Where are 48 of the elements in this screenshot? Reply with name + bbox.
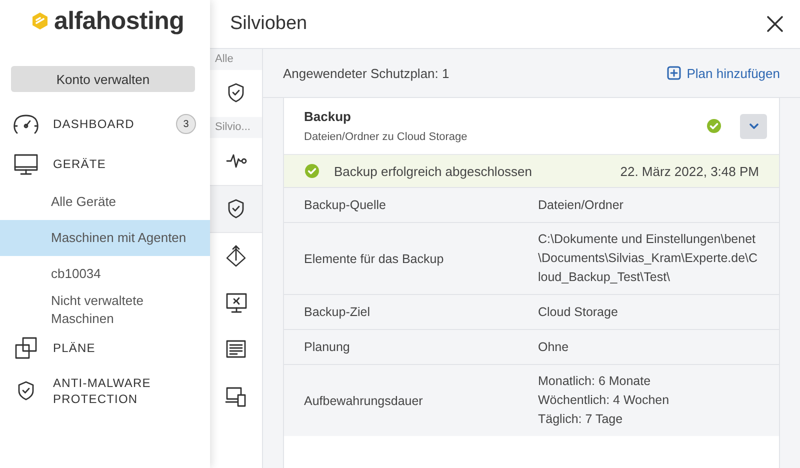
- nav-item[interactable]: Alle Geräte: [0, 184, 210, 220]
- monitor-icon: [13, 152, 39, 176]
- shield-check-icon: [226, 82, 246, 104]
- rail-tab[interactable]: [210, 185, 262, 233]
- detail-label: Planung: [304, 340, 351, 354]
- detail-value: Wöchentlich: 4 Wochen: [538, 392, 670, 409]
- nav-section[interactable]: DASHBOARD 3: [0, 104, 210, 144]
- nav-item[interactable]: Nicht verwaltete Maschinen: [0, 292, 210, 328]
- detail-value: Täglich: 7 Tage: [538, 411, 624, 428]
- diamond-arrows-icon: [225, 245, 247, 267]
- nav-section[interactable]: GERÄTE: [0, 144, 210, 184]
- detail-label: Elemente für das Backup: [304, 252, 445, 266]
- logo-text: alfahosting: [54, 6, 184, 36]
- detail-label: Backup-Quelle: [304, 198, 387, 212]
- group-label: Silvio...: [210, 117, 262, 138]
- detail-label: Aufbewahrungsdauer: [304, 394, 424, 408]
- detail-value: Cloud Storage: [538, 304, 619, 321]
- manage-account-button[interactable]: Konto verwalten: [11, 66, 195, 92]
- devices-icon: [225, 386, 247, 408]
- count-badge: 3: [176, 114, 196, 134]
- group-label: Alle: [210, 49, 262, 70]
- expand-button[interactable]: [740, 114, 767, 138]
- plus-square-icon: [666, 66, 681, 80]
- close-icon: [766, 15, 784, 33]
- monitor-x-icon: [224, 292, 248, 314]
- nav-item[interactable]: cb10034: [0, 256, 210, 292]
- close-button[interactable]: [766, 15, 784, 33]
- detail-label: Backup-Ziel: [304, 305, 371, 319]
- nav-item[interactable]: Maschinen mit Agenten: [0, 220, 210, 256]
- nav-section[interactable]: PLÄNE: [0, 328, 210, 368]
- detail-value: Monatlich: 6 Monate: [538, 373, 652, 390]
- result-time: 22. März 2022, 3:48 PM: [620, 164, 759, 178]
- add-plan-link[interactable]: Plan hinzufügen: [666, 66, 780, 80]
- gauge-icon: [12, 112, 40, 136]
- detail-value: Ohne: [538, 338, 570, 356]
- shield-check-icon: [226, 198, 246, 220]
- nav-section[interactable]: ANTI-MALWARE PROTECTION: [0, 368, 210, 414]
- hexagon-logo-icon: [30, 11, 50, 31]
- plan-subtitle: Dateien/Ordner zu Cloud Storage: [304, 131, 468, 143]
- chevron-down-icon: [748, 122, 758, 130]
- panel-title: Silvioben: [230, 13, 308, 35]
- plan-name: Backup: [304, 109, 352, 124]
- result-message: Backup erfolgreich abgeschlossen: [334, 164, 534, 178]
- overlapping-squares-icon: [14, 336, 38, 360]
- shield-check-icon: [16, 380, 36, 402]
- detail-value: Dateien/Ordner: [538, 196, 624, 214]
- plan-count-text: Angewendeter Schutzplan: 1: [283, 66, 450, 80]
- detail-value: C:\Dokumente und Einstellungen\benet\Documents\Silvias_Kram\Experte.de\Cloud_Backup_Test\Test\: [538, 231, 759, 286]
